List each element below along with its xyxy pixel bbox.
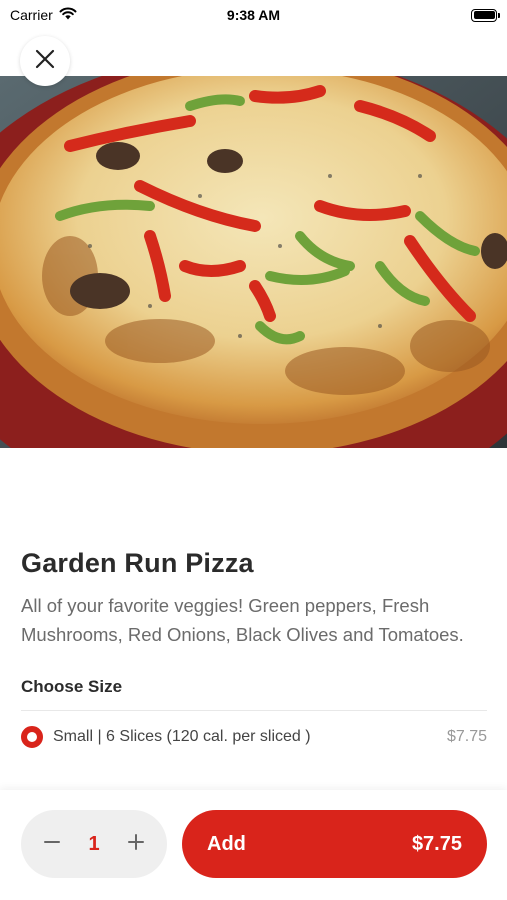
status-bar: Carrier 9:38 AM [0,0,507,30]
quantity-stepper: 1 [21,810,167,878]
decrement-button[interactable] [41,833,63,855]
increment-button[interactable] [125,833,147,855]
close-button[interactable] [20,36,70,86]
pizza-photo [0,76,507,448]
size-option-label: Small | 6 Slices (120 cal. per sliced ) [53,728,311,745]
item-details: Garden Run Pizza All of your favorite ve… [21,548,487,749]
status-right [471,8,500,22]
battery-icon [471,8,500,22]
wifi-icon [59,7,77,23]
battery-fill [473,11,495,19]
status-left: Carrier [10,7,77,23]
bottom-bar: 1 Add $7.75 [0,790,507,900]
minus-icon [43,833,61,856]
item-title: Garden Run Pizza [21,548,254,578]
add-button-label: Add [207,832,246,855]
size-option-price: $7.75 [446,728,487,745]
carrier-label: Carrier [10,7,53,23]
choose-size-heading: Choose Size [21,677,123,696]
plus-icon [127,833,145,856]
divider [21,710,487,711]
close-icon [35,49,55,74]
quantity-value: 1 [88,832,100,855]
add-to-cart-button[interactable]: Add $7.75 [182,810,487,878]
radio-selected-icon[interactable] [21,726,43,748]
item-description: All of your favorite veggies! Green pepp… [21,595,464,645]
size-option-small[interactable]: Small | 6 Slices (120 cal. per sliced ) … [21,725,487,749]
add-button-price: $7.75 [411,832,462,855]
